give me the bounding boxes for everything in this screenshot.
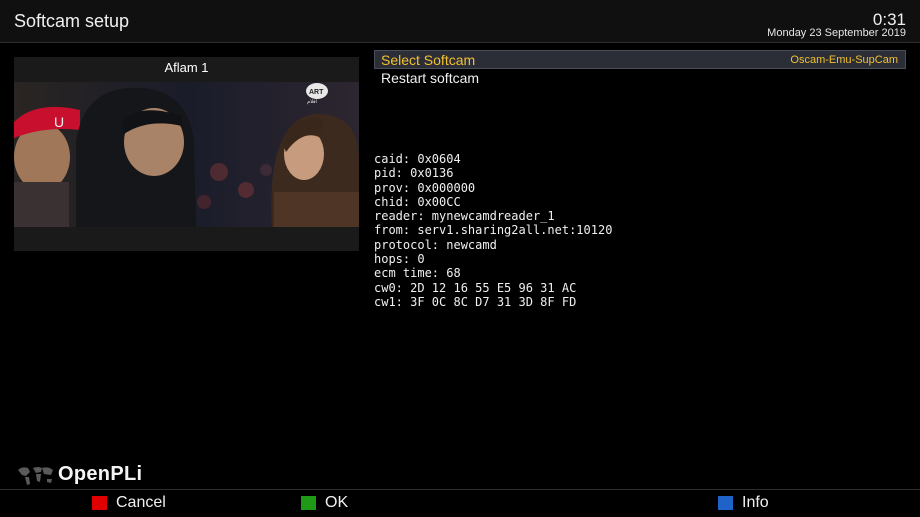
blue-key-icon — [718, 496, 733, 510]
button-bar: Cancel OK Info — [0, 489, 920, 517]
menu-item-select-softcam[interactable]: Select Softcam Oscam-Emu-SupCam — [374, 50, 906, 69]
red-key-icon — [92, 496, 107, 510]
cancel-label: Cancel — [116, 494, 166, 511]
info-line-caid: caid: 0x0604 — [374, 152, 461, 166]
svg-text:ART: ART — [309, 89, 324, 96]
info-line-cw1: cw1: 3F 0C 8C D7 31 3D 8F FD — [374, 294, 577, 309]
info-line-ecm-time: ecm time: 68 — [374, 266, 461, 281]
ecm-info-panel: caid: 0x0604 pid: 0x0136 prov: 0x000000 … — [374, 152, 612, 309]
green-key-icon — [301, 496, 316, 510]
video-preview: Aflam 1 U ART افلام — [14, 57, 359, 251]
channel-name: Aflam 1 — [164, 60, 209, 75]
video-scene: U ART افلام — [14, 82, 359, 227]
info-label: Info — [742, 494, 769, 511]
video-frame: U ART افلام — [14, 82, 359, 227]
info-line-chid: chid: 0x00CC — [374, 194, 461, 209]
world-map-icon — [18, 467, 53, 485]
date: Monday 23 September 2019 — [767, 27, 906, 39]
menu-item-restart-softcam[interactable]: Restart softcam — [381, 70, 479, 86]
svg-text:افلام: افلام — [307, 99, 317, 105]
menu-item-label: Select Softcam — [381, 52, 476, 68]
info-line-pid: pid: 0x0136 — [374, 166, 454, 181]
logo-text: OpenPLi — [58, 463, 143, 485]
title-bar: Softcam setup 0:31 Monday 23 September 2… — [0, 0, 920, 43]
info-line-reader: reader: mynewcamdreader_1 — [374, 209, 555, 224]
info-line-cw0: cw0: 2D 12 16 55 E5 96 31 AC — [374, 280, 577, 295]
svg-text:U: U — [54, 114, 64, 130]
info-line-prov: prov: 0x000000 — [374, 180, 476, 195]
softcam-value: Oscam-Emu-SupCam — [790, 54, 898, 66]
info-line-hops: hops: 0 — [374, 252, 425, 267]
info-line-from: from: serv1.sharing2all.net:10120 — [374, 223, 613, 238]
ok-label: OK — [325, 494, 349, 511]
screen-title: Softcam setup — [14, 11, 130, 31]
info-line-protocol: protocol: newcamd — [374, 237, 497, 252]
